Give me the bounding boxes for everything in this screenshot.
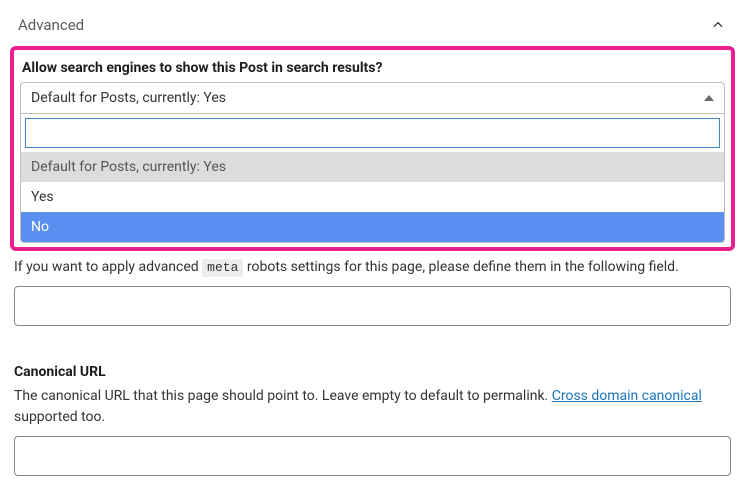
meta-desc-before: If you want to apply advanced bbox=[14, 259, 202, 275]
select-options-list: Default for Posts, currently: Yes Yes No bbox=[20, 152, 725, 243]
meta-code: meta bbox=[202, 259, 243, 277]
canonical-url-input[interactable] bbox=[14, 436, 731, 476]
option-yes[interactable]: Yes bbox=[21, 182, 724, 212]
chevron-up-icon[interactable] bbox=[709, 16, 727, 34]
canonical-heading: Canonical URL bbox=[14, 364, 731, 380]
search-results-highlight: Allow search engines to show this Post i… bbox=[10, 46, 735, 251]
search-results-label: Allow search engines to show this Post i… bbox=[22, 60, 723, 76]
select-current-value: Default for Posts, currently: Yes bbox=[31, 90, 226, 106]
search-results-select[interactable]: Default for Posts, currently: Yes bbox=[20, 82, 725, 114]
canonical-desc-before: The canonical URL that this page should … bbox=[14, 388, 552, 404]
cross-domain-canonical-link[interactable]: Cross domain canonical bbox=[552, 388, 702, 404]
meta-robots-description: If you want to apply advanced meta robot… bbox=[14, 257, 731, 278]
canonical-description: The canonical URL that this page should … bbox=[14, 386, 731, 428]
panel-header[interactable]: Advanced bbox=[10, 10, 735, 44]
meta-desc-after: robots settings for this page, please de… bbox=[247, 259, 679, 275]
option-default[interactable]: Default for Posts, currently: Yes bbox=[21, 152, 724, 182]
meta-robots-input[interactable] bbox=[14, 286, 731, 326]
panel-title: Advanced bbox=[18, 16, 84, 34]
select-search-input[interactable] bbox=[25, 118, 720, 148]
caret-up-icon bbox=[704, 95, 714, 101]
canonical-desc-after: supported too. bbox=[14, 409, 105, 425]
option-no[interactable]: No bbox=[21, 212, 724, 242]
select-search-wrap bbox=[20, 114, 725, 152]
